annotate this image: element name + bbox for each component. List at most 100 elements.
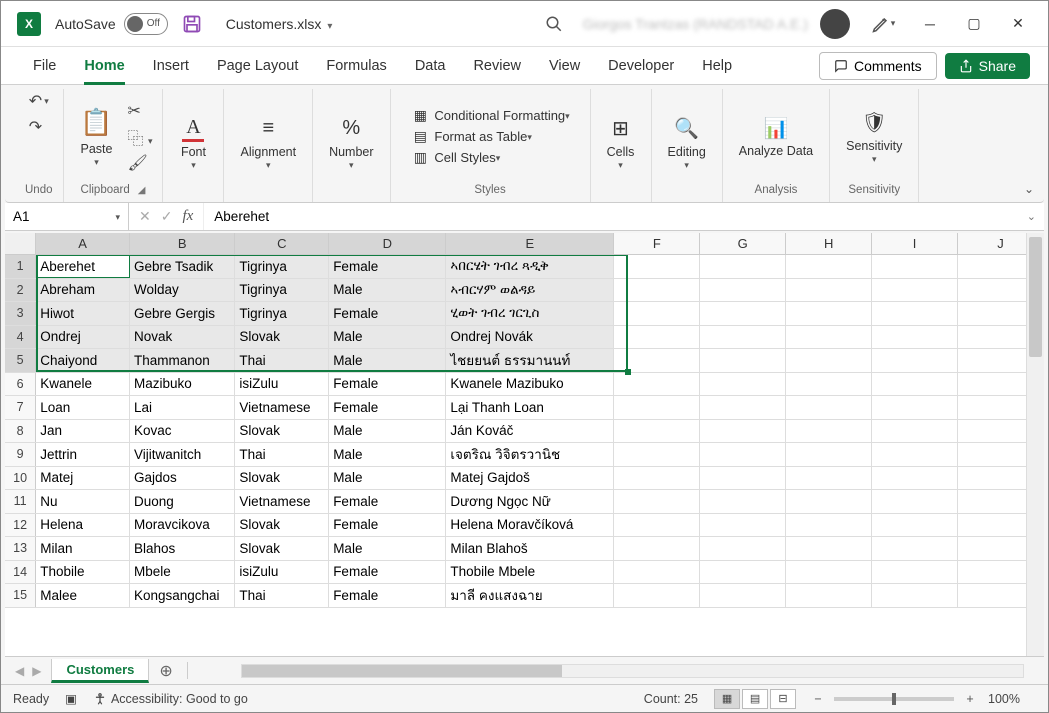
cell-E2[interactable]: ኣብርሃም ወልዳይ xyxy=(446,279,614,302)
row-header[interactable]: 15 xyxy=(5,584,36,607)
cell-D9[interactable]: Male xyxy=(329,443,446,466)
cell-B13[interactable]: Blahos xyxy=(130,537,235,560)
cell-B10[interactable]: Gajdos xyxy=(130,467,235,490)
cell-G8[interactable] xyxy=(700,420,786,443)
tab-view[interactable]: View xyxy=(535,47,594,85)
share-button[interactable]: Share xyxy=(945,53,1030,79)
cell-D13[interactable]: Male xyxy=(329,537,446,560)
cell-styles-button[interactable]: ▥Cell Styles ▾ xyxy=(410,149,569,166)
sensitivity-button[interactable]: 🛡 Sensitivity▾ xyxy=(840,105,908,169)
collapse-ribbon-button[interactable]: ⌄ xyxy=(1024,182,1034,196)
zoom-slider[interactable] xyxy=(834,697,954,701)
cell-E7[interactable]: Lại Thanh Loan xyxy=(446,396,614,419)
cell-A1[interactable]: Aberehet xyxy=(36,255,130,278)
cell-F10[interactable] xyxy=(614,467,700,490)
cell-F12[interactable] xyxy=(614,514,700,537)
cell-D15[interactable]: Female xyxy=(329,584,446,607)
cell-F4[interactable] xyxy=(614,326,700,349)
cell-E11[interactable]: Dương Ngọc Nữ xyxy=(446,490,614,513)
zoom-out-button[interactable]: − xyxy=(810,692,826,706)
macro-record-icon[interactable]: ▣ xyxy=(65,691,77,706)
cell-E8[interactable]: Ján Kováč xyxy=(446,420,614,443)
row-header[interactable]: 1 xyxy=(5,255,36,278)
tab-help[interactable]: Help xyxy=(688,47,746,85)
cell-H2[interactable] xyxy=(786,279,872,302)
cell-D12[interactable]: Female xyxy=(329,514,446,537)
zoom-in-button[interactable]: + xyxy=(962,692,978,706)
tab-home[interactable]: Home xyxy=(70,47,138,85)
cell-H15[interactable] xyxy=(786,584,872,607)
cell-A4[interactable]: Ondrej xyxy=(36,326,130,349)
cell-B2[interactable]: Wolday xyxy=(130,279,235,302)
cell-F8[interactable] xyxy=(614,420,700,443)
cell-E10[interactable]: Matej Gajdoš xyxy=(446,467,614,490)
expand-formula-bar[interactable]: ⌄ xyxy=(1019,210,1044,223)
formula-input[interactable]: Aberehet xyxy=(204,209,1018,224)
cell-H8[interactable] xyxy=(786,420,872,443)
cell-I7[interactable] xyxy=(872,396,958,419)
cell-A14[interactable]: Thobile xyxy=(36,561,130,584)
copy-button[interactable]: ⿻ ▾ xyxy=(128,125,153,149)
cell-H9[interactable] xyxy=(786,443,872,466)
enter-formula-button[interactable]: ✓ xyxy=(161,208,173,225)
cell-G11[interactable] xyxy=(700,490,786,513)
cell-B8[interactable]: Kovac xyxy=(130,420,235,443)
row-header[interactable]: 14 xyxy=(5,561,36,584)
accessibility-status[interactable]: Accessibility: Good to go xyxy=(93,692,248,706)
cell-F6[interactable] xyxy=(614,373,700,396)
conditional-formatting-button[interactable]: ▦Conditional Formatting ▾ xyxy=(410,107,569,124)
cell-F9[interactable] xyxy=(614,443,700,466)
save-icon[interactable] xyxy=(182,14,202,34)
cell-F15[interactable] xyxy=(614,584,700,607)
comments-button[interactable]: Comments xyxy=(819,52,937,80)
column-header-C[interactable]: C xyxy=(235,233,329,254)
cell-H3[interactable] xyxy=(786,302,872,325)
cell-I4[interactable] xyxy=(872,326,958,349)
cell-G4[interactable] xyxy=(700,326,786,349)
name-box[interactable]: A1▾ xyxy=(5,203,129,230)
cell-A6[interactable]: Kwanele xyxy=(36,373,130,396)
tab-insert[interactable]: Insert xyxy=(139,47,203,85)
select-all-corner[interactable] xyxy=(5,233,36,254)
cell-B12[interactable]: Moravcikova xyxy=(130,514,235,537)
format-as-table-button[interactable]: ▤Format as Table ▾ xyxy=(410,128,569,145)
cell-D4[interactable]: Male xyxy=(329,326,446,349)
cell-B11[interactable]: Duong xyxy=(130,490,235,513)
cell-G13[interactable] xyxy=(700,537,786,560)
cell-A2[interactable]: Abreham xyxy=(36,279,130,302)
cell-A7[interactable]: Loan xyxy=(36,396,130,419)
cell-A3[interactable]: Hiwot xyxy=(36,302,130,325)
undo-button[interactable]: ↶ ▾ xyxy=(29,91,49,111)
cells-button[interactable]: ⊞ Cells▾ xyxy=(601,111,641,175)
cell-B7[interactable]: Lai xyxy=(130,396,235,419)
cell-A12[interactable]: Helena xyxy=(36,514,130,537)
alignment-button[interactable]: ≡ Alignment▾ xyxy=(234,111,302,175)
cell-I9[interactable] xyxy=(872,443,958,466)
avatar[interactable] xyxy=(820,9,850,39)
cell-B3[interactable]: Gebre Gergis xyxy=(130,302,235,325)
fill-handle[interactable] xyxy=(625,369,631,375)
cell-C10[interactable]: Slovak xyxy=(235,467,329,490)
cell-B14[interactable]: Mbele xyxy=(130,561,235,584)
cell-E12[interactable]: Helena Moravčíková xyxy=(446,514,614,537)
cell-C4[interactable]: Slovak xyxy=(235,326,329,349)
cell-H13[interactable] xyxy=(786,537,872,560)
cell-I12[interactable] xyxy=(872,514,958,537)
cell-D6[interactable]: Female xyxy=(329,373,446,396)
paste-button[interactable]: 📋 Paste▾ xyxy=(74,102,120,172)
cell-I15[interactable] xyxy=(872,584,958,607)
analyze-data-button[interactable]: 📊 Analyze Data xyxy=(733,111,819,163)
cell-C8[interactable]: Slovak xyxy=(235,420,329,443)
cell-F13[interactable] xyxy=(614,537,700,560)
cell-D11[interactable]: Female xyxy=(329,490,446,513)
row-header[interactable]: 11 xyxy=(5,490,36,513)
cell-F7[interactable] xyxy=(614,396,700,419)
cell-C12[interactable]: Slovak xyxy=(235,514,329,537)
row-header[interactable]: 3 xyxy=(5,302,36,325)
cut-button[interactable]: ✂ xyxy=(128,101,153,121)
cell-G2[interactable] xyxy=(700,279,786,302)
cell-B4[interactable]: Novak xyxy=(130,326,235,349)
cell-E15[interactable]: มาลี คงแสงฉาย xyxy=(446,584,614,607)
cell-I10[interactable] xyxy=(872,467,958,490)
cell-A5[interactable]: Chaiyond xyxy=(36,349,130,372)
